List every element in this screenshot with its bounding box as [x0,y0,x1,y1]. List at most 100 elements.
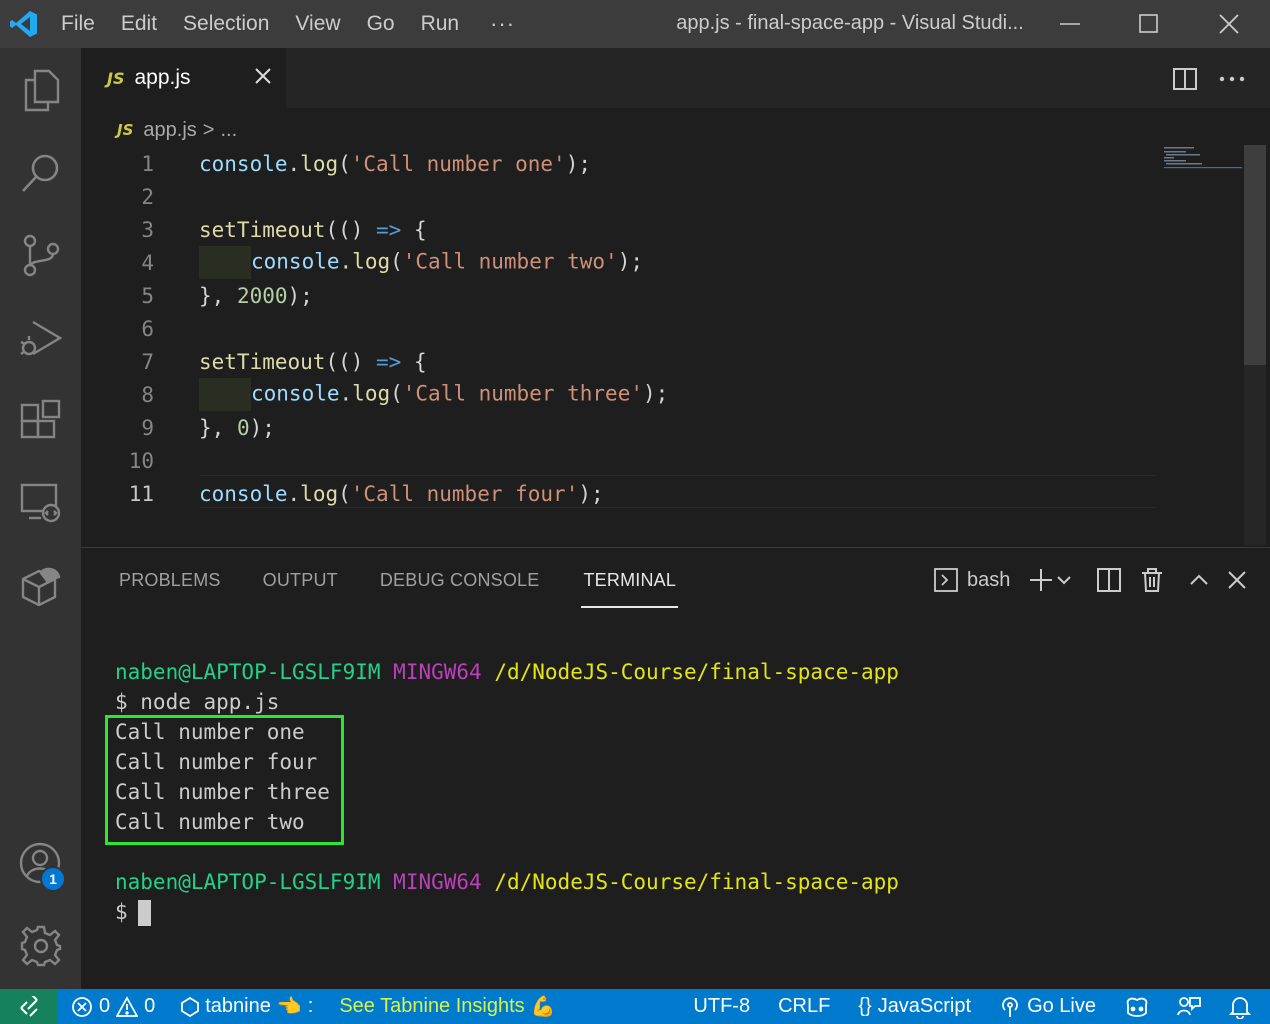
tabnine-label: tabnine [205,995,271,1017]
problems-indicator[interactable]: 0 0 [71,989,155,1024]
minimap[interactable] [1164,146,1242,170]
tab-problems[interactable]: PROBLEMS [119,570,221,608]
terminal-prompt: naben@LAPTOP-LGSLF9IM MINGW64 /d/NodeJS-… [115,867,899,897]
flexed-biceps-icon: 💪 [530,996,556,1018]
prompt-user: naben@LAPTOP-LGSLF9IM [115,870,381,894]
close-tab-icon[interactable] [251,64,275,88]
notifications-bell-icon[interactable] [1228,995,1252,1019]
encoding-indicator[interactable]: UTF-8 [693,989,750,1024]
code-line: 10 [81,444,1161,477]
line-number: 6 [141,316,154,341]
minimize-button[interactable] [1031,0,1109,48]
line-number: 3 [141,217,154,242]
explorer-button[interactable] [0,55,81,125]
menu-more-button[interactable]: ··· [472,0,533,48]
tabnine-status[interactable]: tabnine 👈 : [181,989,313,1024]
tabnine-insights-link[interactable]: See Tabnine Insights 💪 [339,989,555,1024]
close-window-button[interactable] [1190,0,1268,48]
menu-file[interactable]: File [48,0,108,48]
code-line: 7 setTimeout(() => { [81,345,1161,378]
gear-icon [20,925,61,967]
chevron-down-icon[interactable] [1054,567,1074,593]
maximize-panel-icon[interactable] [1188,567,1210,593]
broadcast-icon [1002,996,1018,1017]
terminal-shell-label[interactable]: bash [967,569,1010,592]
window-title: app.js - final-space-app - Visual Studi.… [676,12,1024,34]
go-live-button[interactable]: Go Live [999,989,1096,1024]
run-debug-icon [19,320,62,356]
status-bar: 0 0 tabnine 👈 : See Tabnine Insights 💪 U… [0,989,1270,1024]
javascript-file-icon: JS [117,121,134,139]
javascript-file-icon: JS [107,68,125,88]
tabnine-suffix: : [307,995,314,1017]
copilot-icon[interactable] [1124,995,1150,1019]
tab-app-js[interactable]: JS app.js [81,48,286,108]
code-line: 5 }, 2000); [81,279,1161,312]
code-text: console.log('Call number four'); [199,481,604,506]
error-icon [72,996,92,1017]
remote-indicator[interactable] [0,989,57,1024]
menu-run[interactable]: Run [408,0,473,48]
line-number: 11 [128,481,154,506]
editor-actions [1172,66,1246,92]
docker-button[interactable] [0,552,81,622]
tab-output[interactable]: OUTPUT [263,570,338,608]
close-icon [1219,14,1239,34]
trash-icon[interactable] [1140,567,1164,593]
terminal-input-line[interactable]: $ [115,897,899,927]
prompt-path: /d/NodeJS-Course/final-space-app [494,870,899,894]
code-line: 3 setTimeout(() => { [81,213,1161,246]
status-bar-right: UTF-8 CRLF {} JavaScript Go Live [693,989,1270,1024]
title-bar: File Edit Selection View Go Run ··· app.… [0,0,1270,48]
split-terminal-icon[interactable] [1096,567,1122,593]
maximize-button[interactable] [1110,0,1188,48]
code-text: setTimeout(() => { [199,217,427,242]
terminal-icon[interactable] [933,567,959,593]
search-button[interactable] [0,138,81,208]
manage-button[interactable] [0,911,81,981]
feedback-icon[interactable] [1176,995,1202,1019]
menu-go[interactable]: Go [354,0,408,48]
menu-edit[interactable]: Edit [108,0,170,48]
error-count: 0 [99,995,111,1017]
code-text: }, 2000); [199,283,313,308]
prompt-dollar: $ [115,900,128,924]
remote-explorer-button[interactable] [0,468,81,538]
pointing-hand-icon: 👈 [276,996,302,1018]
eol-indicator[interactable]: CRLF [778,989,830,1024]
line-number: 4 [141,250,154,275]
editor-scrollbar-thumb[interactable] [1244,145,1266,365]
line-number: 1 [141,151,154,176]
source-control-button[interactable] [0,220,81,290]
add-terminal-icon[interactable] [1028,567,1054,593]
menu-selection[interactable]: Selection [170,0,282,48]
panel-tabs: PROBLEMS OUTPUT DEBUG CONSOLE TERMINAL [119,570,720,608]
line-number: 10 [128,448,154,473]
prompt-host: MINGW64 [393,870,482,894]
accounts-button[interactable] [0,829,81,899]
tab-terminal[interactable]: TERMINAL [581,570,679,608]
tab-debug-console[interactable]: DEBUG CONSOLE [380,570,540,608]
indent-guide [199,378,251,411]
prompt-host: MINGW64 [393,660,482,684]
language-indicator[interactable]: {} JavaScript [858,989,971,1024]
panel-actions: bash [933,565,1248,595]
line-number: 8 [141,382,154,407]
extensions-button[interactable] [0,386,81,456]
search-icon [21,154,58,192]
close-panel-icon[interactable] [1226,567,1248,593]
more-actions-icon[interactable] [1218,66,1246,92]
breadcrumb-file[interactable]: app.js [143,119,196,142]
split-editor-icon[interactable] [1172,66,1198,92]
code-text: console.log('Call number two'); [199,246,643,279]
code-editor[interactable]: 1 console.log('Call number one'); 2 3 se… [81,145,1270,545]
menu-view[interactable]: View [282,0,353,48]
tab-label: app.js [134,66,191,89]
braces-icon: {} [858,995,872,1017]
run-debug-button[interactable] [0,303,81,373]
code-line: 9 }, 0); [81,411,1161,444]
extensions-icon [20,399,60,439]
terminal-prompt: naben@LAPTOP-LGSLF9IM MINGW64 /d/NodeJS-… [115,657,899,687]
maximize-icon [1139,14,1158,33]
breadcrumb-symbols[interactable]: ... [220,119,237,142]
